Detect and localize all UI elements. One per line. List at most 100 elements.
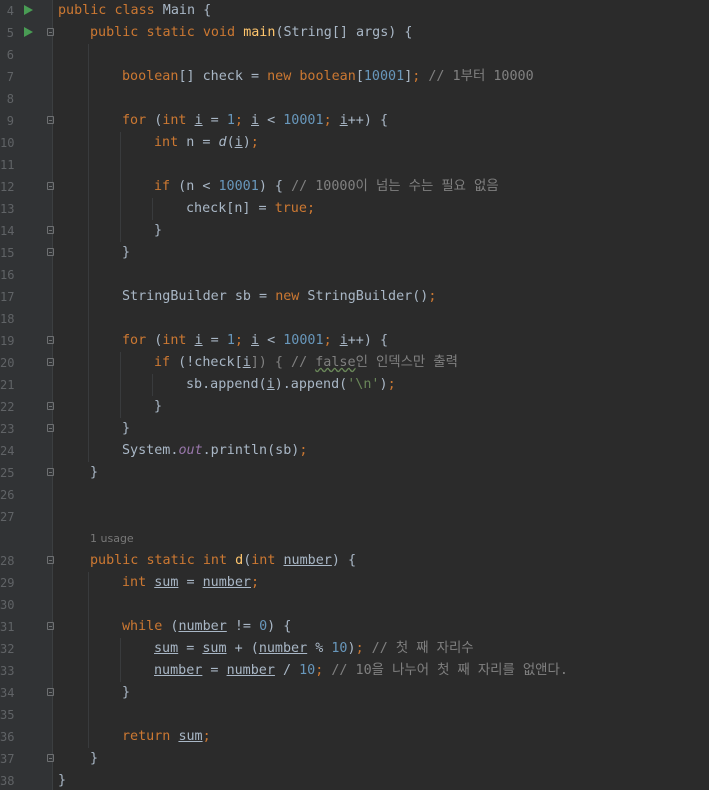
run-icon[interactable]	[24, 5, 33, 15]
code-line[interactable]: 37}	[0, 748, 709, 770]
code-line[interactable]: 25}	[0, 462, 709, 484]
fold-icon[interactable]	[47, 336, 54, 344]
code-token: ;	[234, 113, 243, 128]
line-number: 32	[0, 642, 15, 656]
code-line[interactable]: 14}	[0, 220, 709, 242]
fold-icon[interactable]	[47, 468, 54, 476]
code-token: for	[122, 113, 147, 128]
code-token: StringBuilder sb =	[122, 289, 276, 304]
code-token: /	[274, 663, 300, 678]
fold-icon[interactable]	[47, 402, 54, 410]
usage-hint[interactable]: 1 usage	[90, 528, 134, 550]
code-line[interactable]: 30	[0, 594, 709, 616]
code-token: number	[154, 663, 203, 678]
code-text: number = number / 10; // 10을 나누어 첫 째 자리를…	[154, 660, 568, 682]
code-line[interactable]: 32 sum = sum + (number % 10); // 첫 째 자리수	[0, 638, 709, 660]
code-token: i	[251, 113, 260, 128]
code-line[interactable]: 4 public class Main {	[0, 0, 709, 22]
fold-icon[interactable]	[47, 248, 54, 256]
fold-icon[interactable]	[47, 688, 54, 696]
code-editor[interactable]: 4 public class Main {5 public static void …	[0, 0, 709, 790]
fold-icon[interactable]	[47, 424, 54, 432]
code-token: [	[355, 69, 364, 84]
code-token: ;	[251, 575, 260, 590]
code-line[interactable]: 28 public static int d(int number) {	[0, 550, 709, 572]
code-line[interactable]: 11	[0, 154, 709, 176]
code-token: boolean	[299, 69, 356, 84]
fold-icon[interactable]	[47, 358, 54, 366]
code-line[interactable]: 23}	[0, 418, 709, 440]
code-line[interactable]: 18	[0, 308, 709, 330]
code-line[interactable]: 20 if (!check[i]) { // false인 인덱스만 출력	[0, 352, 709, 374]
code-text: sum = sum + (number % 10); // 첫 째 자리수	[154, 638, 474, 660]
code-token: =	[178, 641, 203, 656]
code-line[interactable]: 1 usage	[0, 528, 709, 550]
code-line[interactable]: 6	[0, 44, 709, 66]
code-line[interactable]: 12 if (n < 10001) { // 10000이 넘는 수는 필요 없음	[0, 176, 709, 198]
code-token: }	[154, 223, 163, 238]
code-token: i	[339, 333, 348, 348]
code-token: int	[251, 553, 276, 568]
code-text: StringBuilder sb = new StringBuilder();	[122, 286, 436, 308]
code-token: sb.append(	[186, 377, 267, 392]
code-token: ) {	[258, 179, 292, 194]
run-icon[interactable]	[24, 27, 33, 37]
fold-icon[interactable]	[47, 116, 54, 124]
code-token: i	[194, 333, 203, 348]
code-token: ++) {	[347, 333, 389, 348]
code-line[interactable]: 7 boolean[] check = new boolean[10001]; /…	[0, 66, 709, 88]
fold-icon[interactable]	[47, 556, 54, 564]
code-line[interactable]: 31 while (number != 0) {	[0, 616, 709, 638]
code-line[interactable]: 9 for (int i = 1; i < 10001; i++) {	[0, 110, 709, 132]
code-token: 10001	[363, 69, 405, 84]
fold-icon[interactable]	[47, 28, 54, 36]
code-token: StringBuilder()	[299, 289, 429, 304]
code-line[interactable]: 8	[0, 88, 709, 110]
code-line[interactable]: 33 number = number / 10; // 10을 나누어 첫 째 자…	[0, 660, 709, 682]
code-line[interactable]: 17 StringBuilder sb = new StringBuilder()…	[0, 286, 709, 308]
code-token: public	[90, 553, 139, 568]
code-line[interactable]: 5 public static void main(String[] args) …	[0, 22, 709, 44]
code-line[interactable]: 29 int sum = number;	[0, 572, 709, 594]
code-token: (	[146, 333, 163, 348]
line-number: 24	[0, 444, 15, 458]
line-number: 21	[0, 378, 15, 392]
code-token: i	[194, 113, 203, 128]
code-line[interactable]: 26	[0, 484, 709, 506]
code-text: for (int i = 1; i < 10001; i++) {	[122, 110, 388, 132]
code-line[interactable]: 13 check[n] = true;	[0, 198, 709, 220]
code-line[interactable]: 38}	[0, 770, 709, 790]
code-line[interactable]: 15}	[0, 242, 709, 264]
code-token: 10	[331, 641, 348, 656]
code-line[interactable]: 27	[0, 506, 709, 528]
code-token: [] check =	[178, 69, 268, 84]
fold-icon[interactable]	[47, 622, 54, 630]
code-line[interactable]: 35	[0, 704, 709, 726]
code-line[interactable]: 21 sb.append(i).append('\n');	[0, 374, 709, 396]
code-token: 인 인덱스만 출력	[355, 355, 458, 370]
code-line[interactable]: 10 int n = d(i);	[0, 132, 709, 154]
fold-icon[interactable]	[47, 226, 54, 234]
code-line[interactable]: 24 System.out.println(sb);	[0, 440, 709, 462]
code-token: 1	[226, 333, 235, 348]
line-number: 31	[0, 620, 15, 634]
code-token: // 10을 나누어 첫 째 자리를 없앤다.	[323, 663, 568, 678]
line-number: 30	[0, 598, 15, 612]
code-line[interactable]: 19 for (int i = 1; i < 10001; i++) {	[0, 330, 709, 352]
code-line[interactable]: 36 return sum;	[0, 726, 709, 748]
code-token: n =	[178, 135, 219, 150]
code-line[interactable]: 34}	[0, 682, 709, 704]
code-line[interactable]: 22}	[0, 396, 709, 418]
code-token: check[n] =	[186, 201, 275, 216]
code-line[interactable]: 16	[0, 264, 709, 286]
code-token: ;	[234, 333, 243, 348]
code-text: public static int d(int number) {	[90, 550, 356, 572]
fold-icon[interactable]	[47, 182, 54, 190]
fold-icon[interactable]	[47, 754, 54, 762]
code-token: d	[235, 553, 244, 568]
